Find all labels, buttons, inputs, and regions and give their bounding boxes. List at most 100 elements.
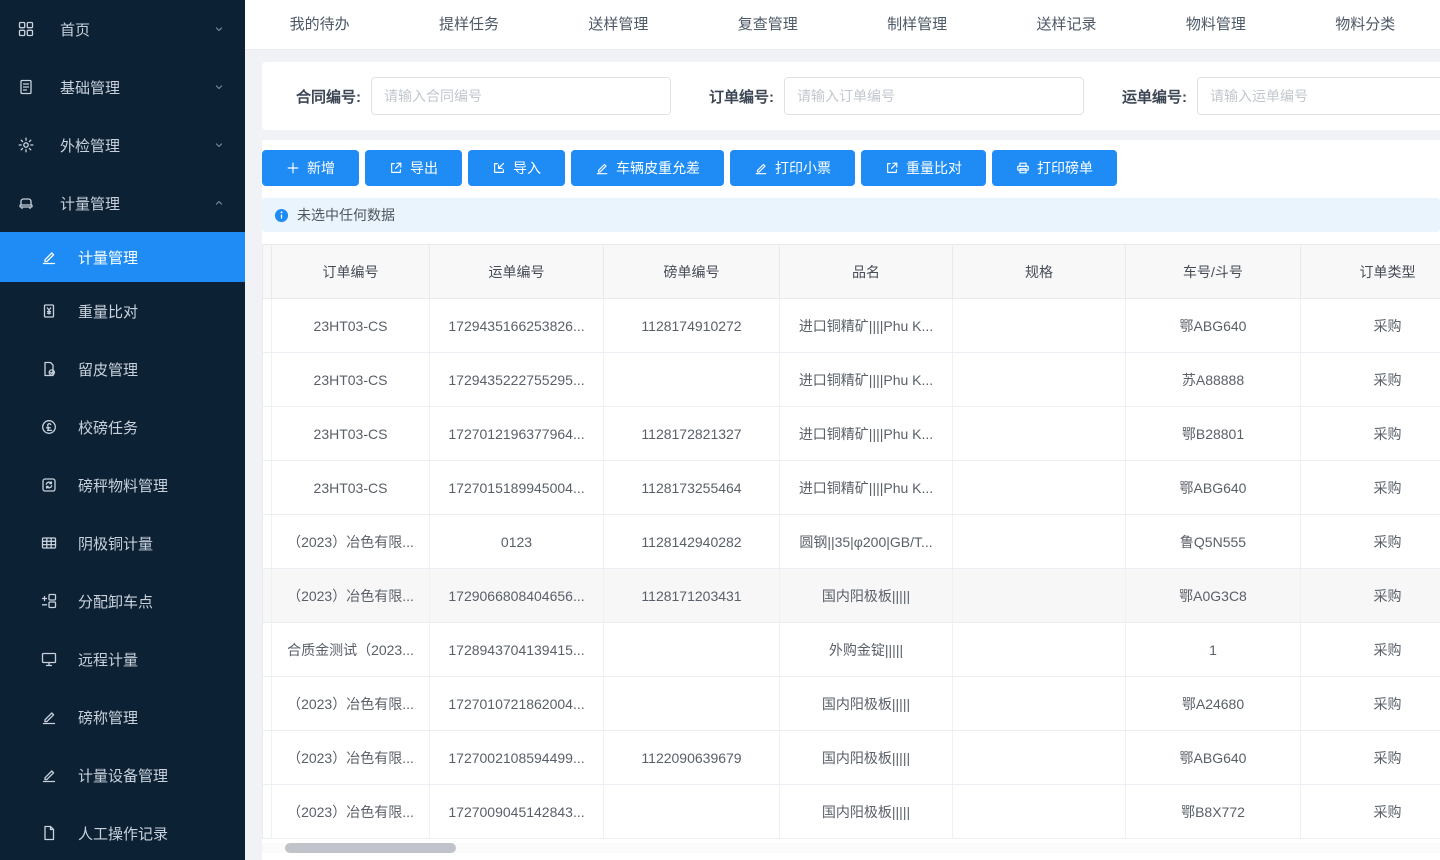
table-row[interactable]: （2023）冶色有限...1727009045142843...国内阳极板|||… bbox=[263, 785, 1440, 839]
sidebar-subitem-assign-unload-point[interactable]: 分配卸车点 bbox=[0, 572, 245, 630]
cell: 国内阳极板||||| bbox=[780, 785, 953, 839]
sidebar-subitem-remote-metering[interactable]: 远程计量 bbox=[0, 630, 245, 688]
sidebar-subitem-label: 阴极铜计量 bbox=[78, 533, 153, 554]
monitor-icon bbox=[41, 651, 57, 667]
cell bbox=[953, 623, 1126, 677]
sidebar-subitem-label: 分配卸车点 bbox=[78, 591, 153, 612]
cell bbox=[953, 299, 1126, 353]
print-ticket-button[interactable]: 打印小票 bbox=[730, 150, 855, 186]
tab-recheck-mgmt[interactable]: 复查管理 bbox=[693, 0, 842, 50]
sidebar-subitem-manual-operation-log[interactable]: 人工操作记录 bbox=[0, 804, 245, 860]
sidebar-item-home[interactable]: 首页 bbox=[0, 0, 245, 58]
chevron-up-icon bbox=[213, 197, 225, 209]
button-label: 重量比对 bbox=[906, 158, 962, 178]
vehicle-tare-tolerance-button[interactable]: 车辆皮重允差 bbox=[571, 150, 724, 186]
sidebar-item-label: 计量管理 bbox=[60, 193, 120, 214]
cell: 进口铜精矿||||Phu K... bbox=[780, 299, 953, 353]
info-icon bbox=[274, 208, 289, 223]
cell: 采购 bbox=[1301, 299, 1440, 353]
table-row[interactable]: 合质金测试（2023...1728943704139415...外购金锭||||… bbox=[263, 623, 1440, 677]
cell: 鄂ABG640 bbox=[1126, 731, 1301, 785]
print-scale-sheet-button[interactable]: 打印磅单 bbox=[992, 150, 1117, 186]
sidebar-subitem-label: 远程计量 bbox=[78, 649, 138, 670]
table-row[interactable]: 23HT03-CS1727012196377964...112817282132… bbox=[263, 407, 1440, 461]
chevron-down-icon bbox=[213, 81, 225, 93]
tab-sample-delivery-mgmt[interactable]: 送样管理 bbox=[544, 0, 693, 50]
checkbox-cell-stub bbox=[263, 731, 272, 785]
cell: 国内阳极板||||| bbox=[780, 677, 953, 731]
order-no-input[interactable] bbox=[784, 77, 1084, 115]
table-row[interactable]: （2023）冶色有限...1727002108594499...11220906… bbox=[263, 731, 1440, 785]
sidebar-item-metering-mgmt[interactable]: 计量管理 bbox=[0, 174, 245, 232]
scrollbar-thumb[interactable] bbox=[285, 843, 456, 853]
tab-sample-prep-mgmt[interactable]: 制样管理 bbox=[843, 0, 992, 50]
sidebar-subitem-tare-mgmt[interactable]: 留皮管理 bbox=[0, 340, 245, 398]
column-header: 品名 bbox=[780, 245, 953, 299]
checkbox-cell-stub bbox=[263, 623, 272, 677]
sidebar-subitem-scale-mgmt[interactable]: 磅称管理 bbox=[0, 688, 245, 746]
cell bbox=[604, 785, 780, 839]
table-grid-icon bbox=[41, 535, 57, 551]
sidebar-menu: 首页基础管理外检管理计量管理 bbox=[0, 0, 245, 232]
cell bbox=[953, 353, 1126, 407]
button-label: 打印小票 bbox=[775, 158, 831, 178]
cell bbox=[953, 677, 1126, 731]
cell: 采购 bbox=[1301, 785, 1440, 839]
table-row[interactable]: （2023）冶色有限...1727010721862004...国内阳极板|||… bbox=[263, 677, 1440, 731]
filter-label-contract-no: 合同编号: bbox=[296, 86, 361, 107]
main-area: 我的待办提样任务送样管理复查管理制样管理送样记录物料管理物料分类 合同编号: 订单… bbox=[245, 0, 1440, 860]
tab-material-category[interactable]: 物料分类 bbox=[1291, 0, 1440, 50]
cell bbox=[953, 407, 1126, 461]
sidebar-subitem-metering-device-mgmt[interactable]: 计量设备管理 bbox=[0, 746, 245, 804]
content-panel: 新增导出导入车辆皮重允差打印小票重量比对打印磅单 未选中任何数据 订单编号运单编… bbox=[262, 140, 1440, 860]
cell: 进口铜精矿||||Phu K... bbox=[780, 461, 953, 515]
sidebar-subitem-scale-material-mgmt[interactable]: 磅秤物料管理 bbox=[0, 456, 245, 514]
cell: 23HT03-CS bbox=[272, 407, 430, 461]
cell: 鄂ABG640 bbox=[1126, 299, 1301, 353]
filter-label-order-no: 订单编号: bbox=[709, 86, 774, 107]
cell: （2023）冶色有限... bbox=[272, 785, 430, 839]
table-row[interactable]: （2023）冶色有限...01231128142940282圆钢||35|φ20… bbox=[263, 515, 1440, 569]
column-header: 订单类型 bbox=[1301, 245, 1440, 299]
table-row[interactable]: 23HT03-CS1729435222755295...进口铜精矿||||Phu… bbox=[263, 353, 1440, 407]
table-row[interactable]: 23HT03-CS1727015189945004...112817325546… bbox=[263, 461, 1440, 515]
export-button[interactable]: 导出 bbox=[365, 150, 462, 186]
cell: 苏A88888 bbox=[1126, 353, 1301, 407]
cell bbox=[953, 515, 1126, 569]
sidebar-subitem-weight-compare[interactable]: 重量比对 bbox=[0, 282, 245, 340]
sidebar-item-basic-mgmt[interactable]: 基础管理 bbox=[0, 58, 245, 116]
table-row[interactable]: 23HT03-CS1729435166253826...112817491027… bbox=[263, 299, 1440, 353]
cell: 1727015189945004... bbox=[430, 461, 604, 515]
weight-compare-button[interactable]: 重量比对 bbox=[861, 150, 986, 186]
cell: 采购 bbox=[1301, 353, 1440, 407]
cell bbox=[604, 353, 780, 407]
contract-no-input[interactable] bbox=[371, 77, 671, 115]
table-row[interactable]: （2023）冶色有限...1729066808404656...11281712… bbox=[263, 569, 1440, 623]
waybill-no-input[interactable] bbox=[1197, 77, 1440, 115]
sidebar-subitem-cathode-copper-metering[interactable]: 阴极铜计量 bbox=[0, 514, 245, 572]
gear-icon bbox=[18, 137, 34, 153]
printer-icon bbox=[1016, 161, 1030, 175]
tab-my-todo[interactable]: 我的待办 bbox=[245, 0, 394, 50]
pound-circle-icon bbox=[41, 419, 57, 435]
sidebar-subitem-scale-calibration-task[interactable]: 校磅任务 bbox=[0, 398, 245, 456]
sidebar-subitem-label: 磅称管理 bbox=[78, 707, 138, 728]
tab-sampling-task[interactable]: 提样任务 bbox=[394, 0, 543, 50]
tab-material-mgmt[interactable]: 物料管理 bbox=[1141, 0, 1290, 50]
tab-delivery-record[interactable]: 送样记录 bbox=[992, 0, 1141, 50]
add-button[interactable]: 新增 bbox=[262, 150, 359, 186]
checkbox-cell-stub bbox=[263, 569, 272, 623]
cell: 1 bbox=[1126, 623, 1301, 677]
sidebar-subitem-metering-mgmt[interactable]: 计量管理 bbox=[0, 232, 245, 282]
cell: 采购 bbox=[1301, 623, 1440, 677]
cell: 1122090639679 bbox=[604, 731, 780, 785]
cell: 鄂A0G3C8 bbox=[1126, 569, 1301, 623]
cell: 鲁Q5N555 bbox=[1126, 515, 1301, 569]
file-check-icon bbox=[41, 361, 57, 377]
horizontal-scrollbar[interactable] bbox=[262, 843, 1440, 853]
grid-icon bbox=[18, 21, 34, 37]
import-button[interactable]: 导入 bbox=[468, 150, 565, 186]
sidebar-item-label: 基础管理 bbox=[60, 77, 120, 98]
sidebar-item-external-inspection-mgmt[interactable]: 外检管理 bbox=[0, 116, 245, 174]
column-header: 规格 bbox=[953, 245, 1126, 299]
